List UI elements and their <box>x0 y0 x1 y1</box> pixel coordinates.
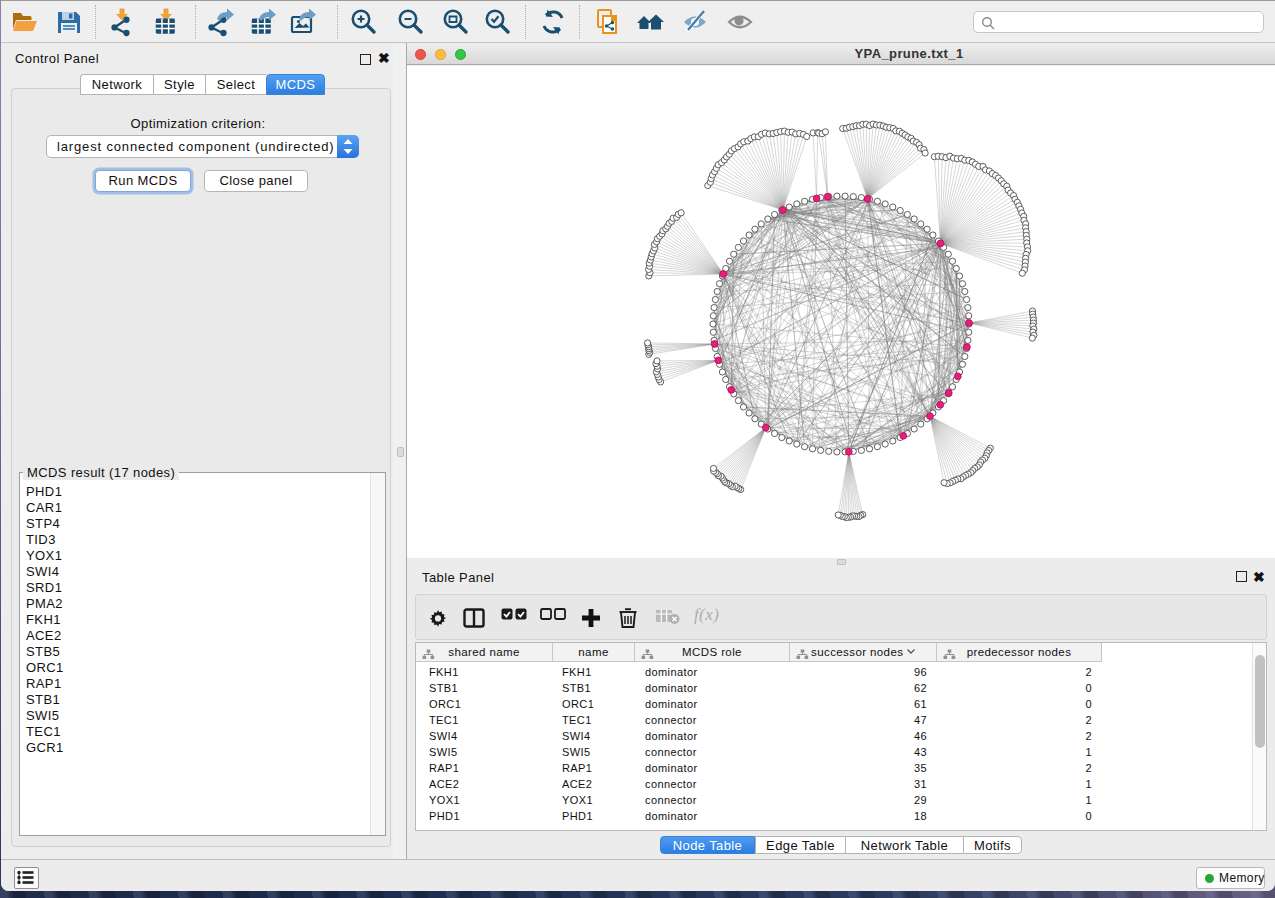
tab-edge-table[interactable]: Edge Table <box>755 836 845 854</box>
expnet <box>207 7 237 37</box>
tool-expnet[interactable] <box>207 7 237 37</box>
zoomsel <box>482 7 512 37</box>
network-view <box>407 66 1275 558</box>
imptab <box>152 7 182 37</box>
tab-network-table[interactable]: Network Table <box>845 836 963 854</box>
eyeslash <box>680 7 710 37</box>
tool-zoomsel[interactable] <box>482 7 512 37</box>
eye <box>725 7 755 37</box>
status-bar: Memory <box>1 859 1275 891</box>
tool-eye[interactable] <box>725 7 755 37</box>
row-YOX1: YOX1YOX1connector291 <box>416 792 1266 808</box>
tool-zoomout[interactable] <box>395 7 425 37</box>
memory-btn[interactable]: Memory <box>1196 867 1265 889</box>
table-toolbar: f(x) <box>415 594 1267 640</box>
save <box>54 7 84 37</box>
zoomfit <box>440 7 470 37</box>
search-box[interactable] <box>973 11 1264 33</box>
table-panel: Table Panel ✖ f(x) shared name name MCDS… <box>407 558 1275 859</box>
cytoscape-desktop: Control Panel ✖ Optimization criterion: … <box>0 0 1275 898</box>
mcds-pane: Optimization criterion: largest connecte… <box>11 88 391 847</box>
tool-open[interactable] <box>10 7 40 37</box>
network-window: YPA_prune.txt_1 <box>407 43 1275 558</box>
row-SWI5: SWI5SWI5connector431 <box>416 744 1266 760</box>
tool-exptab[interactable] <box>249 7 279 37</box>
tab-network[interactable]: Network <box>80 74 153 95</box>
expimg <box>289 7 319 37</box>
tool-save[interactable] <box>54 7 84 37</box>
main-toolbar <box>1 1 1275 43</box>
splitter-v <box>393 43 407 859</box>
close-panel[interactable]: Close panel <box>204 170 308 192</box>
row-STB1: STB1STB1dominator620 <box>416 680 1266 696</box>
open <box>10 7 40 37</box>
tool-zoomfit[interactable] <box>440 7 470 37</box>
row-PHD1: PHD1PHD1dominator180 <box>416 808 1266 824</box>
tool-expimg[interactable] <box>289 7 319 37</box>
tool-homes[interactable] <box>635 7 665 37</box>
tab-select[interactable]: Select <box>205 74 266 95</box>
zoomout <box>395 7 425 37</box>
clone <box>593 7 623 37</box>
control-panel: Control Panel ✖ Optimization criterion: … <box>1 43 393 859</box>
tab-node-table[interactable]: Node Table <box>660 836 755 854</box>
row-FKH1: FKH1FKH1dominator962 <box>416 664 1266 680</box>
row-SWI4: SWI4SWI4dominator462 <box>416 728 1266 744</box>
tab-mcds[interactable]: MCDS <box>266 74 325 95</box>
impnet <box>108 7 138 37</box>
app-window: Control Panel ✖ Optimization criterion: … <box>1 0 1275 891</box>
row-TEC1: TEC1TEC1connector472 <box>416 712 1266 728</box>
tool-refresh[interactable] <box>538 7 568 37</box>
refresh <box>538 7 568 37</box>
criterion-select[interactable]: largest connected component (undirected) <box>46 135 359 158</box>
tab-style[interactable]: Style <box>153 74 205 95</box>
row-ACE2: ACE2ACE2connector311 <box>416 776 1266 792</box>
row-RAP1: RAP1RAP1dominator352 <box>416 760 1266 776</box>
row-ORC1: ORC1ORC1dominator610 <box>416 696 1266 712</box>
homes <box>635 7 665 37</box>
tab-motifs[interactable]: Motifs <box>963 836 1022 854</box>
tool-eyeslash[interactable] <box>680 7 710 37</box>
node-table: shared name name MCDS role successor nod… <box>415 642 1267 831</box>
tool-imptab[interactable] <box>152 7 182 37</box>
zoomin <box>348 7 378 37</box>
mcds-result: PHD1CAR1STP4TID3YOX1SWI4SRD1PMA2FKH1ACE2… <box>19 472 386 836</box>
run-mcds[interactable]: Run MCDS <box>95 170 191 192</box>
tool-impnet[interactable] <box>108 7 138 37</box>
tool-zoomin[interactable] <box>348 7 378 37</box>
exptab <box>249 7 279 37</box>
tool-clone[interactable] <box>593 7 623 37</box>
